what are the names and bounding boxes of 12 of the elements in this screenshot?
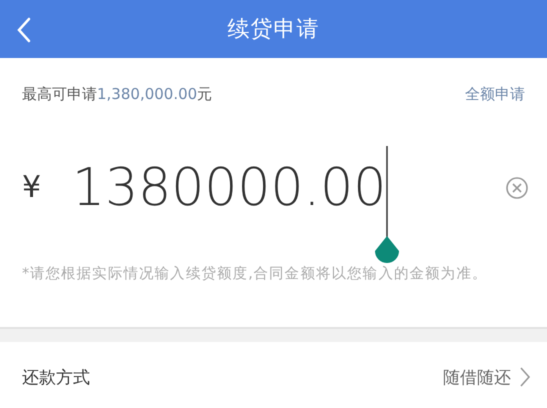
full-amount-link[interactable]: 全额申请 (465, 84, 525, 104)
repayment-row[interactable]: 还款方式 随借随还 (0, 342, 547, 408)
max-limit-label: 最高可申请1,380,000.00元 (22, 84, 212, 104)
page-title: 续贷申请 (228, 16, 320, 44)
chevron-right-icon (519, 366, 531, 388)
back-icon (16, 17, 32, 43)
repayment-value: 随借随还 (443, 366, 511, 388)
repayment-label: 还款方式 (22, 366, 91, 388)
clear-icon[interactable] (505, 176, 529, 200)
amount-input[interactable]: 1380000.00 (72, 158, 392, 218)
amount-note: *请您根据实际情况输入续贷额度,合同金额将以您输入的金额为准。 (22, 264, 488, 284)
currency-symbol: ¥ (22, 170, 42, 205)
